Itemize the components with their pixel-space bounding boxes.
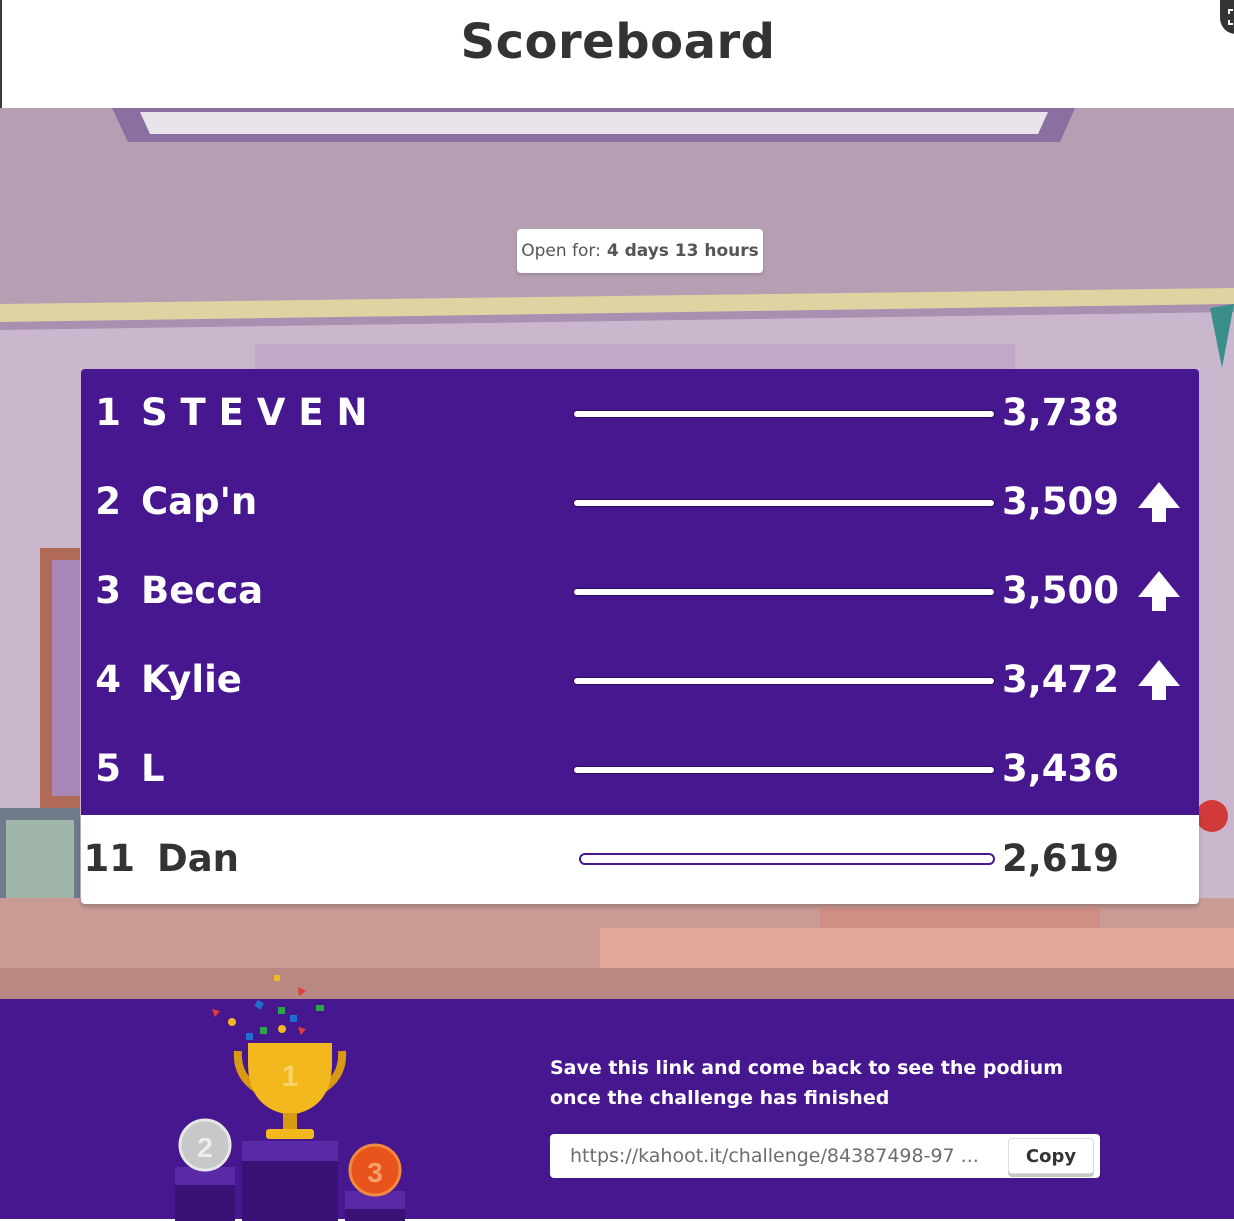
open-for-value: 4 days 13 hours xyxy=(606,241,759,261)
header: Scoreboard xyxy=(0,0,1234,108)
score: 2,619 xyxy=(1001,837,1119,880)
leaderboard: 1 S T E V E N 3,738 2 Cap'n 3,509 3 Becc… xyxy=(81,369,1199,815)
leaderboard-row: 2 Cap'n 3,509 xyxy=(81,458,1199,547)
confetti xyxy=(212,1009,220,1017)
confetti xyxy=(298,1027,306,1035)
page-title: Scoreboard xyxy=(460,14,776,70)
open-for-label: Open for: xyxy=(521,241,601,261)
player-name: Becca xyxy=(141,569,264,612)
arrow-up-icon xyxy=(1138,571,1180,611)
leaderboard-row: 1 S T E V E N 3,738 xyxy=(81,369,1199,458)
podium-second-label: 2 xyxy=(197,1132,213,1163)
podium-first-label: 1 xyxy=(282,1060,299,1093)
rank: 11 xyxy=(83,837,136,880)
confetti xyxy=(228,1018,236,1026)
challenge-link-input[interactable] xyxy=(550,1134,1005,1178)
footer: 1 2 3 Save this link and come back to se… xyxy=(0,975,1234,1221)
player-name: Cap'n xyxy=(141,480,258,523)
score-bar xyxy=(574,767,994,773)
score-bar xyxy=(574,500,994,506)
save-link-message: Save this link and come back to see the … xyxy=(550,1057,1063,1109)
challenge-link-box: Copy xyxy=(550,1134,1100,1178)
score: 3,509 xyxy=(1001,480,1119,523)
rank: 3 xyxy=(95,569,121,612)
confetti xyxy=(316,1005,324,1011)
leaderboard-row: 5 L 3,436 xyxy=(81,725,1199,814)
score-bar xyxy=(574,411,994,417)
confetti xyxy=(278,1007,285,1014)
player-name: L xyxy=(141,747,165,790)
player-name: S T E V E N xyxy=(141,391,368,434)
copy-button[interactable]: Copy xyxy=(1008,1138,1094,1174)
confetti xyxy=(298,987,306,996)
leaderboard-row: 3 Becca 3,500 xyxy=(81,547,1199,636)
confetti xyxy=(260,1027,267,1034)
confetti xyxy=(278,1025,286,1033)
player-name: Dan xyxy=(157,837,240,880)
arrow-up-icon xyxy=(1138,660,1180,700)
rank: 4 xyxy=(95,658,121,701)
trophy-icon: 1 xyxy=(233,1043,347,1139)
trophy-podium-illustration: 1 2 3 xyxy=(175,975,405,1221)
score: 3,738 xyxy=(1001,391,1119,434)
confetti xyxy=(246,1033,253,1040)
leaderboard-row: 4 Kylie 3,472 xyxy=(81,636,1199,725)
podium-third-label: 3 xyxy=(367,1157,383,1188)
player-name: Kylie xyxy=(141,658,242,701)
score-bar xyxy=(574,589,994,595)
current-player-row: 11 Dan 2,619 xyxy=(81,815,1199,904)
confetti xyxy=(274,975,280,981)
score: 3,436 xyxy=(1001,747,1119,790)
score: 3,472 xyxy=(1001,658,1119,701)
rank: 1 xyxy=(95,391,121,434)
score-bar xyxy=(581,855,993,863)
rank: 5 xyxy=(95,747,121,790)
open-for-badge: Open for: 4 days 13 hours xyxy=(517,229,763,273)
rank: 2 xyxy=(95,480,121,523)
score-bar xyxy=(574,678,994,684)
score: 3,500 xyxy=(1001,569,1119,612)
confetti xyxy=(290,1015,297,1022)
arrow-up-icon xyxy=(1138,482,1180,522)
confetti xyxy=(254,999,264,1010)
